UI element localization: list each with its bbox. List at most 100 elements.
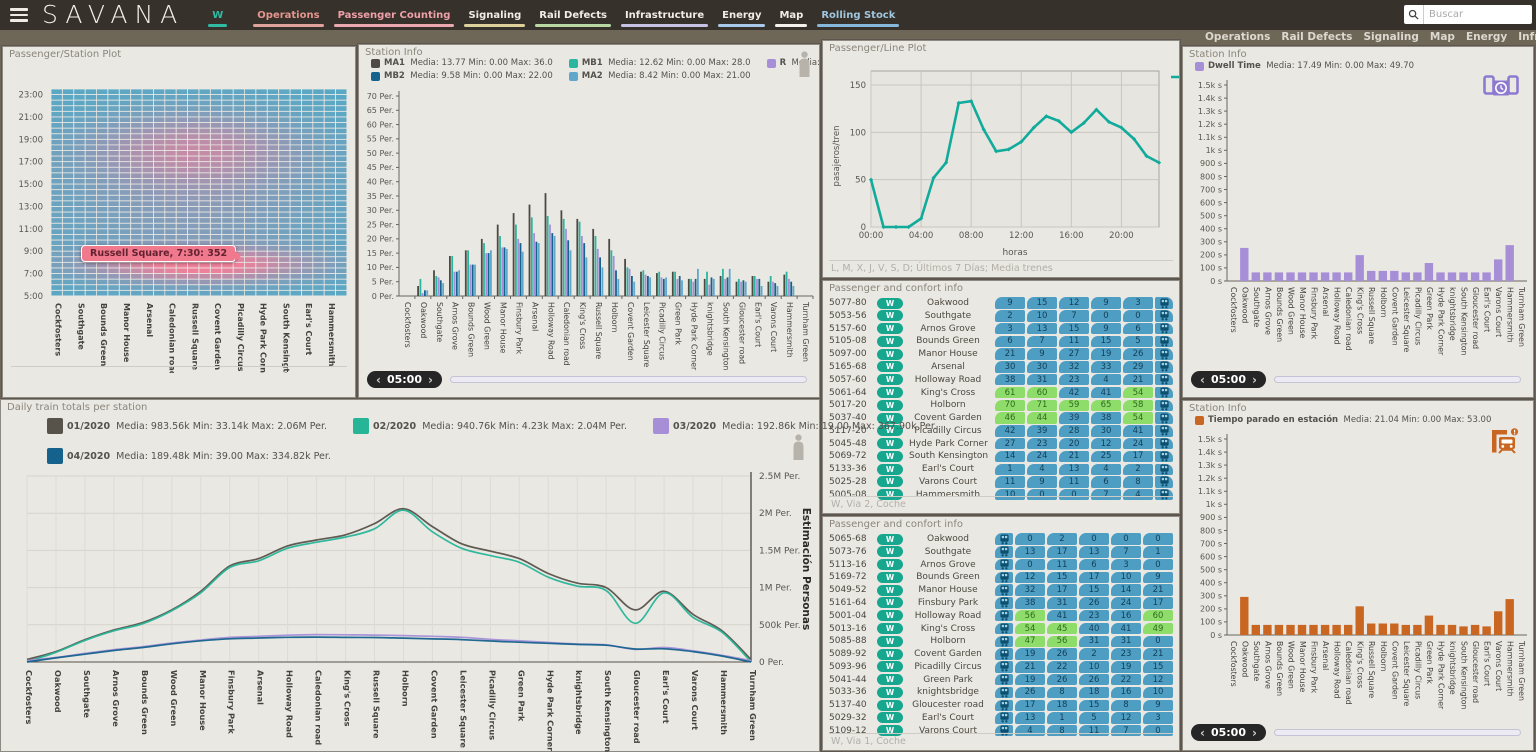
occupancy-cell: 31 [1079, 636, 1109, 647]
svg-text:Leicester Square: Leicester Square [1402, 287, 1411, 353]
svg-text:King's Cross: King's Cross [1356, 641, 1365, 688]
svg-text:5:00: 5:00 [24, 292, 43, 302]
subnav-item-signaling[interactable]: Signaling [1363, 31, 1418, 46]
subnav-item-map[interactable]: Map [1430, 31, 1455, 46]
svg-text:1.2k s: 1.2k s [1198, 474, 1222, 483]
svg-text:Holloway Road: Holloway Road [1333, 287, 1342, 345]
daily-train-totals-panel: Daily train totals per station 01/2020 M… [0, 399, 820, 752]
table-row[interactable]: 5097-00WManor House219271926 [829, 348, 1173, 360]
svg-text:Bounds Green: Bounds Green [1275, 641, 1284, 696]
table-row[interactable]: 5061-64WKing's Cross6160424154 [829, 386, 1173, 398]
occupancy-cell: 0 [1111, 533, 1141, 544]
table-row[interactable]: 5085-88WHolborn475631310 [829, 635, 1173, 647]
nav-tab-rolling-stock[interactable]: Rolling Stock [821, 0, 895, 30]
time-slider: ‹05:00› [1191, 371, 1521, 388]
slider-track[interactable] [1274, 729, 1521, 736]
table-row[interactable]: 5157-60WArnos Grove3131596 [829, 323, 1173, 335]
occupancy-cell: 19 [1015, 648, 1045, 659]
table-row[interactable]: 5105-08WBounds Green6711155 [829, 335, 1173, 347]
occupancy-cell: 56 [1047, 636, 1077, 647]
svg-text:1.5M Per.: 1.5M Per. [759, 546, 800, 556]
table-row[interactable]: 5025-28WVarons Court1191168 [829, 476, 1173, 488]
occupancy-cell: 17 [1047, 546, 1077, 557]
nav-tab-rail-defects[interactable]: Rail Defects [539, 0, 607, 30]
table-row[interactable]: 5161-64WFinsbury Park3831262417 [829, 597, 1173, 609]
nav-tab-operations[interactable]: Operations [257, 0, 319, 30]
table-row[interactable]: 5133-36WEarl's Court141342 [829, 463, 1173, 475]
svg-text:Covent Garden: Covent Garden [626, 302, 635, 361]
slider-track[interactable] [450, 376, 807, 383]
svg-text:60 Per.: 60 Per. [367, 120, 394, 129]
occupancy-cell: 1 [1143, 546, 1173, 557]
passenger-station-heatmap[interactable]: 23:0021:0019:0017:0015:0013:0011:009:007… [5, 81, 355, 373]
dwell-time-bar-chart[interactable]: 0 s100 s200 s300 s400 s500 s600 s700 s80… [1185, 71, 1533, 367]
search-input[interactable] [1424, 9, 1532, 20]
subnav-item-operations[interactable]: Operations [1205, 31, 1270, 46]
table-row[interactable]: 5165-68WArsenal3030323329 [829, 361, 1173, 373]
occupancy-cell: 15 [1091, 336, 1121, 347]
table-row[interactable]: 5065-68WOakwood02000 [829, 533, 1173, 545]
slider-prev-icon[interactable]: ‹ [376, 375, 381, 385]
subnav-item-infrastructure[interactable]: Infrastructure [1518, 31, 1536, 46]
table-row[interactable]: 5045-48WHyde Park Corner2723201224 [829, 438, 1173, 450]
time-slider-pill[interactable]: ‹05:00› [1191, 371, 1266, 388]
train-id: 5093-96 [829, 662, 877, 672]
train-icon [1155, 412, 1173, 423]
table-row[interactable]: 5041-44WGreen Park1926262212 [829, 674, 1173, 686]
hamburger-menu-icon[interactable] [10, 8, 28, 22]
slider-next-icon[interactable]: › [1252, 375, 1257, 385]
slider-track[interactable] [1274, 376, 1521, 383]
passenger-line-chart[interactable]: 05010015000:0004:0008:0012:0016:0020:00W… [825, 57, 1179, 263]
table-row[interactable]: 5093-96WPicadilly Circus2122101915 [829, 661, 1173, 673]
time-slider-pill[interactable]: ‹05:00› [1191, 724, 1266, 741]
table-row[interactable]: 5049-52WManor House3217151421 [829, 584, 1173, 596]
table-row[interactable]: 5069-72WSouth Kensington1424212517 [829, 450, 1173, 462]
table-row[interactable]: 5169-72WBounds Green121517109 [829, 571, 1173, 583]
table-row[interactable]: 5057-60WHolloway Road383123421 [829, 374, 1173, 386]
train-icon [995, 559, 1013, 570]
nav-tab-signaling[interactable]: Signaling [468, 0, 521, 30]
nav-tab-passenger-counting[interactable]: Passenger Counting [338, 0, 451, 30]
occupancy-cell: 26 [1123, 348, 1153, 359]
slider-prev-icon[interactable]: ‹ [1200, 728, 1205, 738]
table-row[interactable]: 5001-04WHolloway Road5641231660 [829, 610, 1173, 622]
occupancy-cell: 3 [1111, 559, 1141, 570]
stopped-time-bar-chart[interactable]: 0 s100 s200 s300 s400 s500 s600 s700 s80… [1185, 425, 1533, 721]
daily-totals-line-chart[interactable]: 0 Per.500k Per.1M Per.1.5M Per.2M Per.2.… [3, 470, 819, 752]
station-info-bar-chart[interactable]: 0 Per.5 Per.10 Per.15 Per.20 Per.25 Per.… [361, 87, 819, 379]
table-row[interactable]: 5077-80WOakwood9151293 [829, 297, 1173, 309]
nav-tab-energy[interactable]: Energy [722, 0, 761, 30]
table-row[interactable]: 5053-56WSouthgate210700 [829, 310, 1173, 322]
panel-title: Daily train totals per station [7, 402, 147, 413]
table-row[interactable]: 5017-20WHolborn7071596558 [829, 399, 1173, 411]
subnav-item-energy[interactable]: Energy [1466, 31, 1507, 46]
search-icon[interactable] [1404, 5, 1424, 24]
table-row[interactable]: 5137-40WGloucester road17181589 [829, 699, 1173, 711]
svg-text:12:00: 12:00 [1009, 231, 1034, 241]
table-row[interactable]: 5113-16WArnos Grove011630 [829, 559, 1173, 571]
occupancy-cell: 16 [1111, 610, 1141, 621]
heatmap-scroll-track[interactable] [11, 366, 347, 367]
legend-item: 03/2020 Media: 192.86k Min: 19.00 Max: 3… [653, 418, 937, 434]
search-box[interactable] [1404, 5, 1532, 24]
slider-next-icon[interactable]: › [1252, 728, 1257, 738]
table-row[interactable]: 5073-76WSouthgate13171371 [829, 546, 1173, 558]
slider-prev-icon[interactable]: ‹ [1200, 375, 1205, 385]
person-icon [798, 51, 811, 81]
table-row[interactable]: 5029-32WEarl's Court1315123 [829, 712, 1173, 724]
table-row[interactable]: 5013-16WKing's Cross5445404149 [829, 622, 1173, 634]
slider-next-icon[interactable]: › [428, 375, 433, 385]
nav-tab-map[interactable]: Map [779, 0, 803, 30]
nav-tab-w[interactable]: W [212, 0, 223, 30]
subnav-item-rail-defects[interactable]: Rail Defects [1281, 31, 1352, 46]
nav-tab-infrastructure[interactable]: Infrastructure [625, 0, 704, 30]
svg-text:Cockfosters: Cockfosters [54, 303, 63, 356]
occupancy-cell: 23 [1111, 648, 1141, 659]
table-row[interactable]: 5089-92WCovent Garden192622321 [829, 648, 1173, 660]
occupancy-cell: 54 [1123, 412, 1153, 423]
time-slider-pill[interactable]: ‹05:00› [367, 371, 442, 388]
occupancy-cell: 4 [1091, 374, 1121, 385]
table-row[interactable]: 5033-36Wknightsbridge268181610 [829, 686, 1173, 698]
svg-text:400 s: 400 s [1200, 225, 1222, 234]
occupancy-cell: 26 [1047, 674, 1077, 685]
